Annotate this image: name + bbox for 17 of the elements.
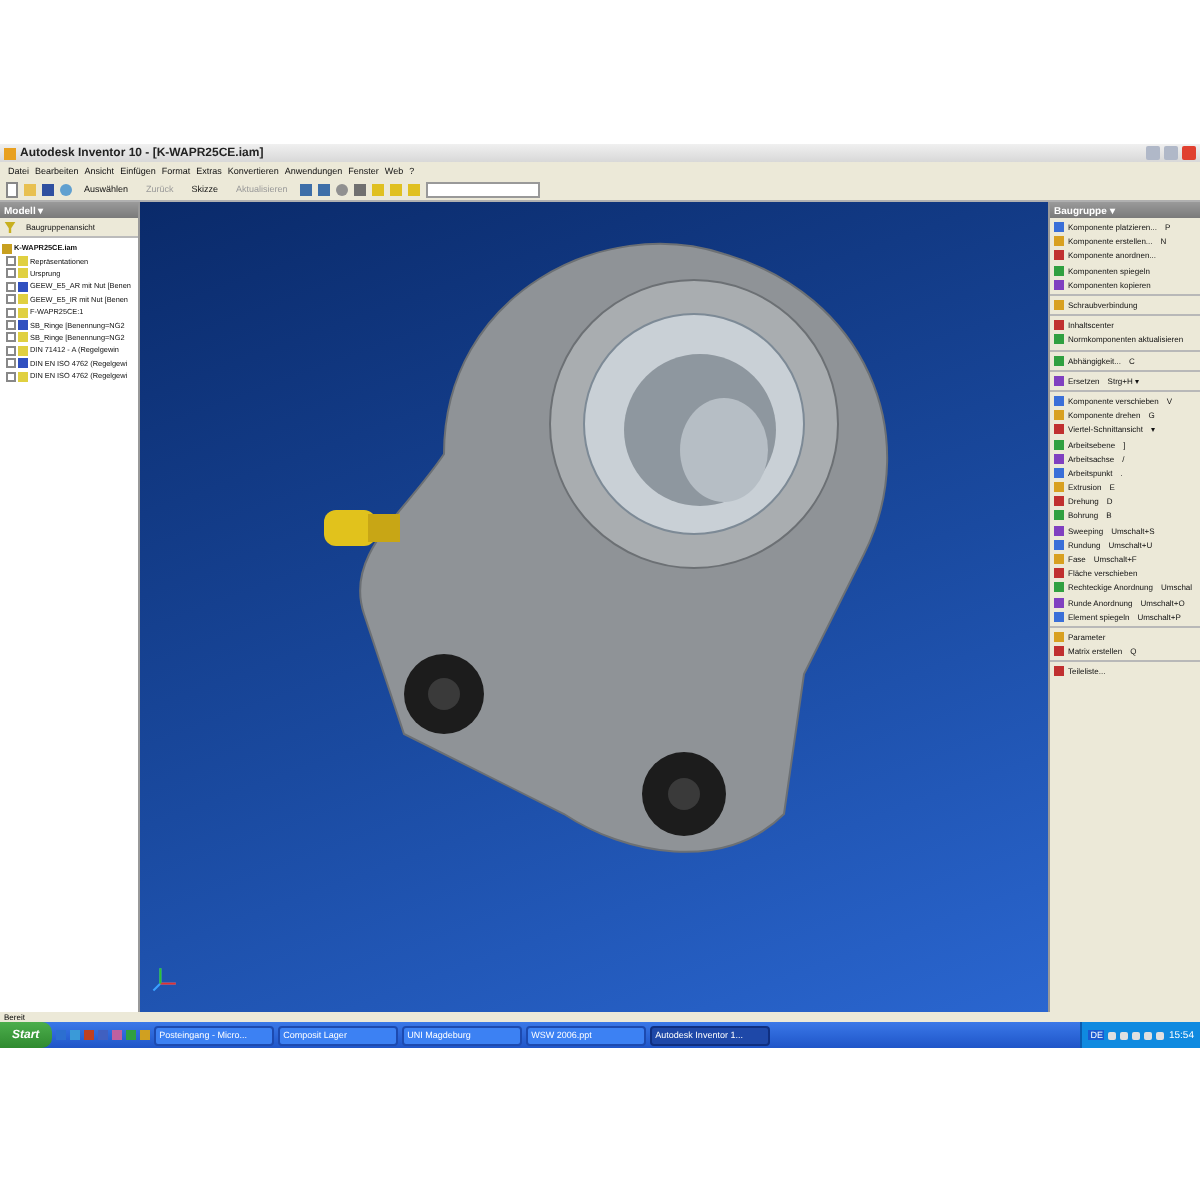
command-field[interactable] — [425, 182, 540, 198]
new-file-icon[interactable] — [6, 182, 18, 198]
expand-icon[interactable] — [6, 294, 16, 305]
expand-icon[interactable] — [6, 268, 16, 279]
expand-icon[interactable] — [6, 320, 16, 331]
expand-icon[interactable] — [6, 345, 16, 356]
expand-icon[interactable] — [6, 281, 16, 292]
filter-icon[interactable] — [4, 221, 16, 233]
app-icon — [4, 147, 16, 159]
expand-icon[interactable] — [6, 332, 16, 343]
expand-icon[interactable] — [6, 371, 16, 382]
expand-icon[interactable] — [6, 358, 16, 369]
3d-viewport[interactable] — [140, 202, 1048, 1012]
axis-triad-icon — [152, 964, 180, 992]
expand-icon[interactable] — [6, 256, 16, 267]
expand-icon[interactable] — [6, 307, 16, 318]
assembly-icon — [2, 243, 12, 254]
